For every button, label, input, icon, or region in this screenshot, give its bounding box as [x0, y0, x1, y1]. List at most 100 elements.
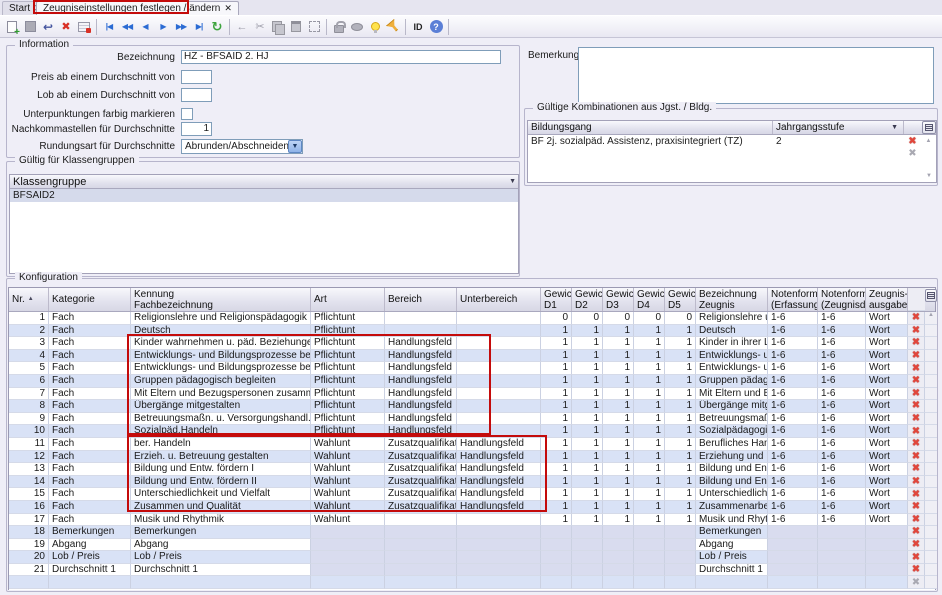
cell-d1[interactable]: 1: [541, 337, 572, 350]
delete-row-button[interactable]: ✖: [908, 312, 925, 325]
cell-d1[interactable]: [541, 526, 572, 539]
cell-nr[interactable]: 5: [9, 362, 49, 375]
cell-d2[interactable]: 1: [572, 476, 603, 489]
cell-nf-druck[interactable]: 1-6: [818, 488, 866, 501]
cell-unterbereich[interactable]: [457, 551, 541, 564]
cell-bereich[interactable]: [385, 526, 457, 539]
cell-d5[interactable]: 1: [665, 476, 696, 489]
konfiguration-row[interactable]: 19AbgangAbgangAbgang✖: [9, 539, 935, 552]
column-header-gewicht-d3[interactable]: Gewicht D3: [603, 288, 634, 311]
klassengruppen-header[interactable]: Klassengruppe ▼: [10, 175, 518, 189]
cell-d1[interactable]: 0: [541, 312, 572, 325]
cell-nf-druck[interactable]: 1-6: [818, 400, 866, 413]
konfiguration-row[interactable]: 8FachÜbergänge mitgestaltenPflichtuntHan…: [9, 400, 935, 413]
cell-d4[interactable]: 1: [634, 476, 665, 489]
storage-icon[interactable]: [348, 18, 366, 36]
cell-bildungsgang[interactable]: BF 2j. sozialpäd. Assistenz, praxisinteg…: [528, 136, 773, 147]
cell-d3[interactable]: 1: [603, 325, 634, 338]
cell-kennung[interactable]: Entwicklungs- und Bildungsprozesse begle…: [131, 362, 311, 375]
cell-kategorie[interactable]: Fach: [49, 476, 131, 489]
cell-d5[interactable]: 1: [665, 425, 696, 438]
tab-zeugniseinstellungen[interactable]: Zeugniseinstellungen festlegen / ändern✕: [36, 1, 239, 15]
cell-ausgabe[interactable]: Wort: [866, 501, 908, 514]
cell-d3[interactable]: 1: [603, 375, 634, 388]
klassengruppe-row-selected[interactable]: BFSAID2: [10, 189, 518, 202]
cell-nf-druck[interactable]: 1-6: [818, 514, 866, 527]
hint-bulb-icon[interactable]: [366, 18, 384, 36]
cell-bereich[interactable]: Handlungsfeld: [385, 388, 457, 401]
cell-kategorie[interactable]: Fach: [49, 312, 131, 325]
filter-funnel-icon[interactable]: [384, 18, 402, 36]
cell-ausgabe[interactable]: Wort: [866, 325, 908, 338]
cell-d5[interactable]: 1: [665, 388, 696, 401]
konfiguration-row[interactable]: 18BemerkungenBemerkungenBemerkungen✖: [9, 526, 935, 539]
cell-unterbereich[interactable]: [457, 564, 541, 577]
cell-d5[interactable]: 1: [665, 375, 696, 388]
cell-bezeichnung[interactable]: Kinder in ihrer L...: [696, 337, 768, 350]
cell-art[interactable]: Pflichtunt: [311, 350, 385, 363]
cell-d2[interactable]: 1: [572, 350, 603, 363]
konfiguration-row[interactable]: 10FachSozialpäd.HandelnPflichtuntHandlun…: [9, 425, 935, 438]
cell-ausgabe[interactable]: Wort: [866, 488, 908, 501]
cell-d4[interactable]: [634, 526, 665, 539]
cell-art[interactable]: Wahlunt: [311, 463, 385, 476]
cell-d2[interactable]: 1: [572, 325, 603, 338]
cell-bezeichnung[interactable]: Bildung und Ent...: [696, 463, 768, 476]
next-record-icon[interactable]: ▶: [154, 18, 172, 36]
cell-ausgabe[interactable]: Wort: [866, 476, 908, 489]
cell-d1[interactable]: [541, 564, 572, 577]
cell-d5[interactable]: 1: [665, 488, 696, 501]
cell-ausgabe[interactable]: Wort: [866, 375, 908, 388]
cell-d5[interactable]: [665, 551, 696, 564]
cell-kategorie[interactable]: Bemerkungen: [49, 526, 131, 539]
cell-d4[interactable]: 1: [634, 501, 665, 514]
column-filter-icon[interactable]: ▼: [509, 178, 518, 185]
konfiguration-row[interactable]: 5FachEntwicklungs- und Bildungsprozesse …: [9, 362, 935, 375]
cell-nf-erfassung[interactable]: 1-6: [768, 400, 818, 413]
delete-row-button[interactable]: ✖: [908, 400, 925, 413]
delete-row-button[interactable]: ✖: [908, 488, 925, 501]
column-chooser-button[interactable]: [921, 121, 936, 134]
column-header-notenformat-zeugnisdruck[interactable]: Notenformat (Zeugnisdruck): [818, 288, 866, 311]
cell-art[interactable]: Pflichtunt: [311, 388, 385, 401]
copy-icon[interactable]: [269, 18, 287, 36]
cell-nf-druck[interactable]: 1-6: [818, 476, 866, 489]
cell-nr[interactable]: 10: [9, 425, 49, 438]
cell-bereich[interactable]: Handlungsfeld: [385, 337, 457, 350]
cell-ausgabe[interactable]: [866, 526, 908, 539]
scrollbar-track[interactable]: [925, 501, 937, 514]
cell-nf-druck[interactable]: 1-6: [818, 463, 866, 476]
cell-bezeichnung[interactable]: Zusammenarbei...: [696, 501, 768, 514]
cell-art[interactable]: Wahlunt: [311, 438, 385, 451]
cell-d1[interactable]: 1: [541, 425, 572, 438]
cell-d3[interactable]: [603, 551, 634, 564]
cell-d4[interactable]: 1: [634, 514, 665, 527]
bemerkung-textarea[interactable]: [578, 47, 934, 104]
cell-d3[interactable]: 1: [603, 388, 634, 401]
konfiguration-row[interactable]: 1FachReligionslehre und Religionspädagog…: [9, 312, 935, 325]
cell-nf-druck[interactable]: 1-6: [818, 350, 866, 363]
nachkomma-input[interactable]: 1: [181, 122, 212, 136]
cell-d1[interactable]: 1: [541, 514, 572, 527]
delete-row-button[interactable]: ✖: [908, 463, 925, 476]
konfiguration-row[interactable]: 11Fachber. HandelnWahluntZusatzqualifika…: [9, 438, 935, 451]
cell-d1[interactable]: 1: [541, 388, 572, 401]
cell-ausgabe[interactable]: Wort: [866, 463, 908, 476]
cell-d4[interactable]: 1: [634, 488, 665, 501]
refresh-icon[interactable]: ↻: [208, 18, 226, 36]
cell-bezeichnung[interactable]: Berufliches Han...: [696, 438, 768, 451]
cell-kategorie[interactable]: Fach: [49, 325, 131, 338]
cell-nf-erfassung[interactable]: 1-6: [768, 438, 818, 451]
cell-d3[interactable]: 1: [603, 425, 634, 438]
cell-nf-druck[interactable]: 1-6: [818, 425, 866, 438]
cell-bezeichnung[interactable]: Mit Eltern und B...: [696, 388, 768, 401]
cell-unterbereich[interactable]: [457, 375, 541, 388]
cell-bereich[interactable]: Handlungsfeld: [385, 375, 457, 388]
scrollbar-down-arrow[interactable]: ▼: [926, 168, 932, 180]
scrollbar-track[interactable]: [925, 425, 937, 438]
cell-bezeichnung[interactable]: Bemerkungen: [696, 526, 768, 539]
cell-nr[interactable]: 16: [9, 501, 49, 514]
cell-bezeichnung[interactable]: Übergänge mitg...: [696, 400, 768, 413]
scrollbar-track[interactable]: [925, 438, 937, 451]
cell-bezeichnung[interactable]: Sozialpädagogis...: [696, 425, 768, 438]
